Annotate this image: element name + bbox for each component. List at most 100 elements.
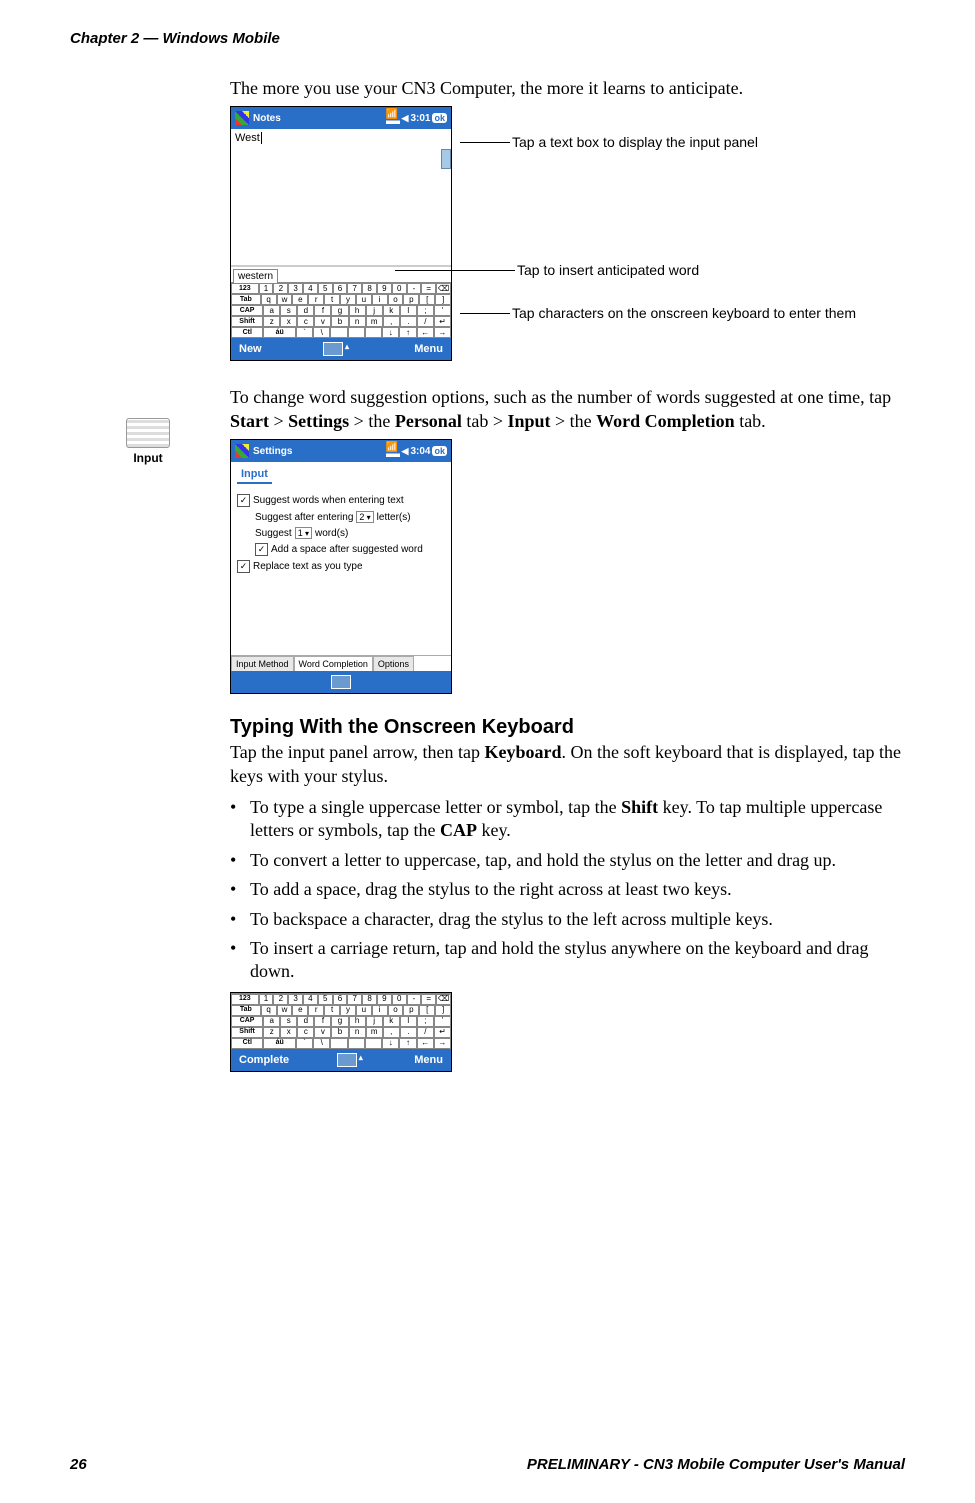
keyboard-key[interactable]: ;: [417, 305, 434, 316]
keyboard-key[interactable]: [: [419, 294, 435, 305]
keyboard-key[interactable]: b: [331, 1027, 348, 1038]
keyboard-key[interactable]: r: [308, 294, 324, 305]
select-word-count[interactable]: 1: [295, 527, 312, 539]
keyboard-key[interactable]: ': [434, 305, 451, 316]
keyboard-key[interactable]: g: [331, 1016, 348, 1027]
keyboard-key[interactable]: →: [434, 1038, 451, 1049]
keyboard-key[interactable]: [348, 1038, 365, 1049]
keyboard-key[interactable]: 2: [273, 994, 288, 1005]
keyboard-key[interactable]: .: [400, 316, 417, 327]
keyboard-key[interactable]: y: [340, 1005, 356, 1016]
keyboard-key[interactable]: `: [296, 327, 313, 338]
keyboard-key[interactable]: ]: [435, 294, 451, 305]
keyboard-key[interactable]: ⌫: [436, 994, 451, 1005]
keyboard-key[interactable]: ↑: [399, 327, 416, 338]
tab-word-completion[interactable]: Word Completion: [294, 656, 373, 671]
softkey-menu[interactable]: Menu: [414, 343, 443, 355]
keyboard-key[interactable]: 6: [333, 994, 348, 1005]
keyboard-key[interactable]: e: [292, 294, 308, 305]
keyboard-key[interactable]: z: [263, 1027, 280, 1038]
keyboard-key[interactable]: f: [314, 1016, 331, 1027]
keyboard-key[interactable]: a: [263, 305, 280, 316]
onscreen-keyboard[interactable]: 1231234567890-=⌫Tabqwertyuiop[]CAPasdfgh…: [231, 282, 451, 338]
keyboard-key[interactable]: k: [383, 1016, 400, 1027]
keyboard-key[interactable]: u: [356, 294, 372, 305]
keyboard-key[interactable]: h: [349, 305, 366, 316]
keyboard-key[interactable]: t: [324, 294, 340, 305]
keyboard-key[interactable]: j: [366, 1016, 383, 1027]
keyboard-key[interactable]: n: [349, 1027, 366, 1038]
onscreen-keyboard[interactable]: 1231234567890-=⌫Tabqwertyuiop[]CAPasdfgh…: [231, 993, 451, 1049]
keyboard-key[interactable]: 123: [231, 994, 259, 1005]
softkey-complete[interactable]: Complete: [239, 1054, 289, 1066]
keyboard-key[interactable]: 7: [347, 283, 362, 294]
select-letter-count[interactable]: 2: [356, 511, 373, 523]
keyboard-key[interactable]: ←: [417, 1038, 434, 1049]
keyboard-key[interactable]: b: [331, 316, 348, 327]
keyboard-key[interactable]: .: [400, 1027, 417, 1038]
keyboard-key[interactable]: ,: [383, 316, 400, 327]
keyboard-key[interactable]: [365, 1038, 382, 1049]
keyboard-key[interactable]: /: [417, 1027, 434, 1038]
keyboard-key[interactable]: Shift: [231, 1027, 263, 1038]
keyboard-key[interactable]: [330, 327, 347, 338]
keyboard-key[interactable]: 4: [303, 283, 318, 294]
keyboard-key[interactable]: -: [407, 994, 422, 1005]
keyboard-key[interactable]: i: [372, 294, 388, 305]
keyboard-key[interactable]: ⌫: [436, 283, 451, 294]
keyboard-key[interactable]: m: [366, 316, 383, 327]
keyboard-key[interactable]: x: [280, 316, 297, 327]
scrollbar-thumb[interactable]: [441, 149, 451, 169]
keyboard-key[interactable]: c: [297, 316, 314, 327]
keyboard-key[interactable]: v: [314, 1027, 331, 1038]
keyboard-key[interactable]: [330, 1038, 347, 1049]
keyboard-key[interactable]: ↵: [434, 316, 451, 327]
keyboard-key[interactable]: [365, 327, 382, 338]
keyboard-key[interactable]: o: [388, 1005, 404, 1016]
keyboard-key[interactable]: q: [261, 1005, 277, 1016]
ok-button[interactable]: ok: [432, 113, 447, 123]
keyboard-key[interactable]: =: [421, 994, 436, 1005]
keyboard-key[interactable]: -: [407, 283, 422, 294]
tab-options[interactable]: Options: [373, 656, 414, 671]
keyboard-key[interactable]: h: [349, 1016, 366, 1027]
ok-button[interactable]: ok: [432, 446, 447, 456]
input-panel-icon[interactable]: [331, 675, 351, 689]
keyboard-key[interactable]: 6: [333, 283, 348, 294]
keyboard-key[interactable]: s: [280, 305, 297, 316]
keyboard-key[interactable]: ;: [417, 1016, 434, 1027]
keyboard-key[interactable]: w: [277, 294, 293, 305]
keyboard-key[interactable]: d: [297, 1016, 314, 1027]
keyboard-key[interactable]: 7: [347, 994, 362, 1005]
note-text-area[interactable]: West: [231, 129, 451, 266]
keyboard-key[interactable]: 4: [303, 994, 318, 1005]
keyboard-key[interactable]: l: [400, 305, 417, 316]
keyboard-key[interactable]: w: [277, 1005, 293, 1016]
keyboard-key[interactable]: m: [366, 1027, 383, 1038]
keyboard-key[interactable]: 1: [259, 994, 274, 1005]
keyboard-key[interactable]: p: [403, 294, 419, 305]
keyboard-key[interactable]: /: [417, 316, 434, 327]
keyboard-key[interactable]: ←: [417, 327, 434, 338]
keyboard-key[interactable]: c: [297, 1027, 314, 1038]
input-panel-arrow-icon[interactable]: ▴: [359, 1053, 367, 1065]
keyboard-key[interactable]: 9: [377, 994, 392, 1005]
softkey-menu[interactable]: Menu: [414, 1054, 443, 1066]
keyboard-key[interactable]: [: [419, 1005, 435, 1016]
word-suggestion[interactable]: western: [233, 269, 278, 284]
keyboard-key[interactable]: 3: [288, 283, 303, 294]
keyboard-key[interactable]: ↵: [434, 1027, 451, 1038]
keyboard-key[interactable]: \: [313, 327, 330, 338]
keyboard-key[interactable]: 2: [273, 283, 288, 294]
keyboard-key[interactable]: g: [331, 305, 348, 316]
keyboard-key[interactable]: 8: [362, 283, 377, 294]
keyboard-key[interactable]: i: [372, 1005, 388, 1016]
keyboard-key[interactable]: Ctl: [231, 327, 263, 338]
keyboard-key[interactable]: 3: [288, 994, 303, 1005]
keyboard-key[interactable]: Shift: [231, 316, 263, 327]
keyboard-key[interactable]: ,: [383, 1027, 400, 1038]
keyboard-key[interactable]: =: [421, 283, 436, 294]
keyboard-key[interactable]: x: [280, 1027, 297, 1038]
keyboard-key[interactable]: j: [366, 305, 383, 316]
keyboard-key[interactable]: →: [434, 327, 451, 338]
